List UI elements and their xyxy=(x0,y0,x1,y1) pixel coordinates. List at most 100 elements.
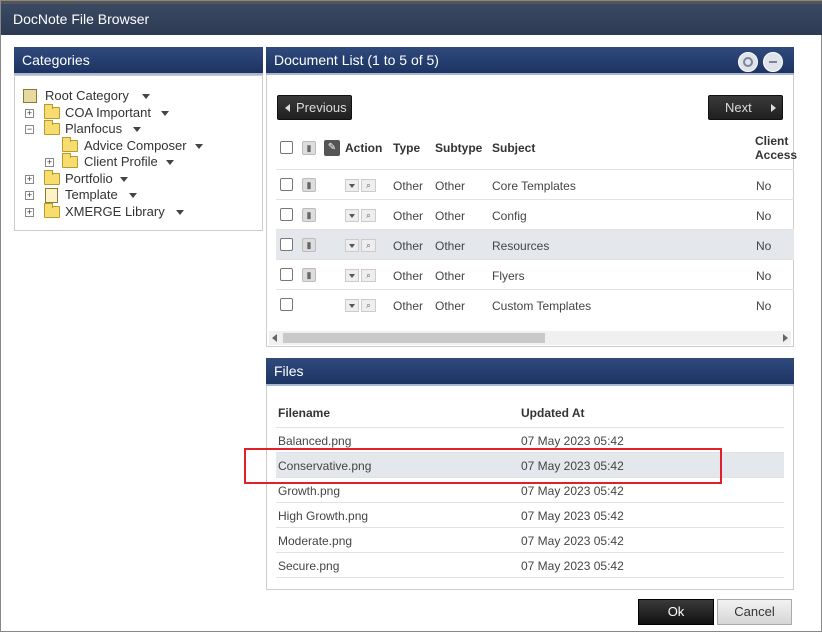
cell-updated-at: 07 May 2023 05:42 xyxy=(521,534,624,548)
tree-item-label: Advice Composer xyxy=(84,138,187,153)
cell-updated-at: 07 May 2023 05:42 xyxy=(521,509,624,523)
select-all-checkbox[interactable] xyxy=(280,141,293,154)
folder-icon xyxy=(44,120,60,135)
cell-filename: High Growth.png xyxy=(278,509,369,523)
root-category-icon xyxy=(23,89,37,103)
preview-icon[interactable]: ⌕ xyxy=(361,239,376,252)
cell-client-access: No xyxy=(756,299,772,313)
cell-filename: Balanced.png xyxy=(278,434,352,448)
document-icon xyxy=(45,188,58,203)
tree-item-label: COA Important xyxy=(65,105,151,120)
tree-item-label: Portfolio xyxy=(65,171,113,186)
column-header-subtype: Subtype xyxy=(435,141,483,155)
expand-icon[interactable]: + xyxy=(25,208,34,217)
cell-client-access: No xyxy=(756,179,772,193)
table-row[interactable]: ▮ ⌕ Other Other Flyers No xyxy=(276,260,794,290)
previous-label: Previous xyxy=(296,100,347,115)
column-header-subject: Subject xyxy=(492,141,536,155)
scroll-thumb[interactable] xyxy=(283,333,545,343)
collapse-icon[interactable]: − xyxy=(25,125,34,134)
row-checkbox[interactable] xyxy=(280,298,293,311)
cell-subtype: Other xyxy=(435,239,466,253)
expand-icon[interactable]: + xyxy=(25,109,34,118)
row-checkbox[interactable] xyxy=(280,268,293,281)
action-dropdown-icon[interactable] xyxy=(345,239,359,252)
action-dropdown-icon[interactable] xyxy=(345,299,359,312)
attachment-icon[interactable]: ▮ xyxy=(302,208,316,222)
action-dropdown-icon[interactable] xyxy=(345,209,359,222)
file-row[interactable]: Moderate.png 07 May 2023 05:42 xyxy=(276,528,784,553)
scroll-left-icon[interactable] xyxy=(272,334,277,342)
cell-client-access: No xyxy=(756,269,772,283)
cell-filename: Moderate.png xyxy=(278,534,353,548)
title-bar: DocNote File Browser xyxy=(1,1,822,35)
cell-updated-at: 07 May 2023 05:42 xyxy=(521,484,624,498)
chevron-down-icon[interactable] xyxy=(129,193,137,198)
chevron-down-icon[interactable] xyxy=(195,144,203,149)
files-title: Files xyxy=(274,363,304,379)
arrow-right-icon xyxy=(771,104,776,112)
settings-icon[interactable] xyxy=(738,52,758,72)
attachment-icon[interactable]: ▮ xyxy=(302,268,316,282)
window-title: DocNote File Browser xyxy=(13,11,150,27)
expand-icon[interactable]: + xyxy=(25,191,34,200)
tree-item-label: XMERGE Library xyxy=(65,204,165,219)
cell-subject: Custom Templates xyxy=(492,299,592,313)
categories-title: Categories xyxy=(22,52,90,68)
next-button[interactable]: Next xyxy=(708,95,783,120)
folder-icon xyxy=(62,153,78,168)
expand-icon[interactable]: + xyxy=(25,175,34,184)
table-row[interactable]: ▮ ⌕ Other Other Config No xyxy=(276,200,794,230)
row-checkbox[interactable] xyxy=(280,208,293,221)
chevron-down-icon[interactable] xyxy=(133,127,141,132)
row-checkbox[interactable] xyxy=(280,238,293,251)
file-row[interactable]: High Growth.png 07 May 2023 05:42 xyxy=(276,503,784,528)
column-header-action: Action xyxy=(345,141,383,155)
categories-header: Categories xyxy=(14,47,263,75)
action-dropdown-icon[interactable] xyxy=(345,179,359,192)
folder-icon xyxy=(62,137,78,152)
cancel-button[interactable]: Cancel xyxy=(717,599,792,625)
chevron-down-icon[interactable] xyxy=(161,111,169,116)
cell-subtype: Other xyxy=(435,209,466,223)
preview-icon[interactable]: ⌕ xyxy=(361,209,376,222)
horizontal-scrollbar[interactable] xyxy=(269,331,791,345)
edit-icon: ✎ xyxy=(324,140,340,156)
highlight-box xyxy=(244,448,722,484)
collapse-panel-icon[interactable] xyxy=(763,52,783,72)
tree-item-label: Template xyxy=(65,187,118,202)
ok-button[interactable]: Ok xyxy=(638,599,714,625)
preview-icon[interactable]: ⌕ xyxy=(361,269,376,282)
cell-type: Other xyxy=(393,179,424,193)
tree-item-label: Planfocus xyxy=(65,121,123,136)
preview-icon[interactable]: ⌕ xyxy=(361,179,376,192)
previous-button[interactable]: Previous xyxy=(277,95,352,120)
attachment-icon[interactable]: ▮ xyxy=(302,178,316,192)
expand-icon[interactable]: + xyxy=(45,158,54,167)
chevron-down-icon[interactable] xyxy=(176,210,184,215)
chevron-down-icon[interactable] xyxy=(120,177,128,182)
attachment-icon[interactable]: ▮ xyxy=(302,238,316,252)
categories-tree: Root Category + COA Important − Planfocu… xyxy=(14,75,263,231)
scroll-right-icon[interactable] xyxy=(783,334,788,342)
chevron-down-icon[interactable] xyxy=(142,94,150,99)
table-row[interactable]: ⌕ Other Other Custom Templates No xyxy=(276,290,794,320)
next-label: Next xyxy=(725,100,752,115)
cell-type: Other xyxy=(393,239,424,253)
cell-type: Other xyxy=(393,269,424,283)
cell-subject: Core Templates xyxy=(492,179,576,193)
cell-updated-at: 07 May 2023 05:42 xyxy=(521,434,624,448)
file-browser-window: DocNote File Browser Categories Root Cat… xyxy=(0,0,822,632)
cell-subtype: Other xyxy=(435,269,466,283)
preview-icon[interactable]: ⌕ xyxy=(361,299,376,312)
chevron-down-icon[interactable] xyxy=(166,160,174,165)
row-checkbox[interactable] xyxy=(280,178,293,191)
column-header-filename: Filename xyxy=(278,406,331,420)
files-header: Files xyxy=(266,358,794,386)
cell-subtype: Other xyxy=(435,299,466,313)
file-row[interactable]: Secure.png 07 May 2023 05:42 xyxy=(276,553,784,578)
table-row[interactable]: ▮ ⌕ Other Other Core Templates No xyxy=(276,170,794,200)
table-row[interactable]: ▮ ⌕ Other Other Resources No xyxy=(276,230,794,260)
folder-icon xyxy=(44,203,60,218)
action-dropdown-icon[interactable] xyxy=(345,269,359,282)
